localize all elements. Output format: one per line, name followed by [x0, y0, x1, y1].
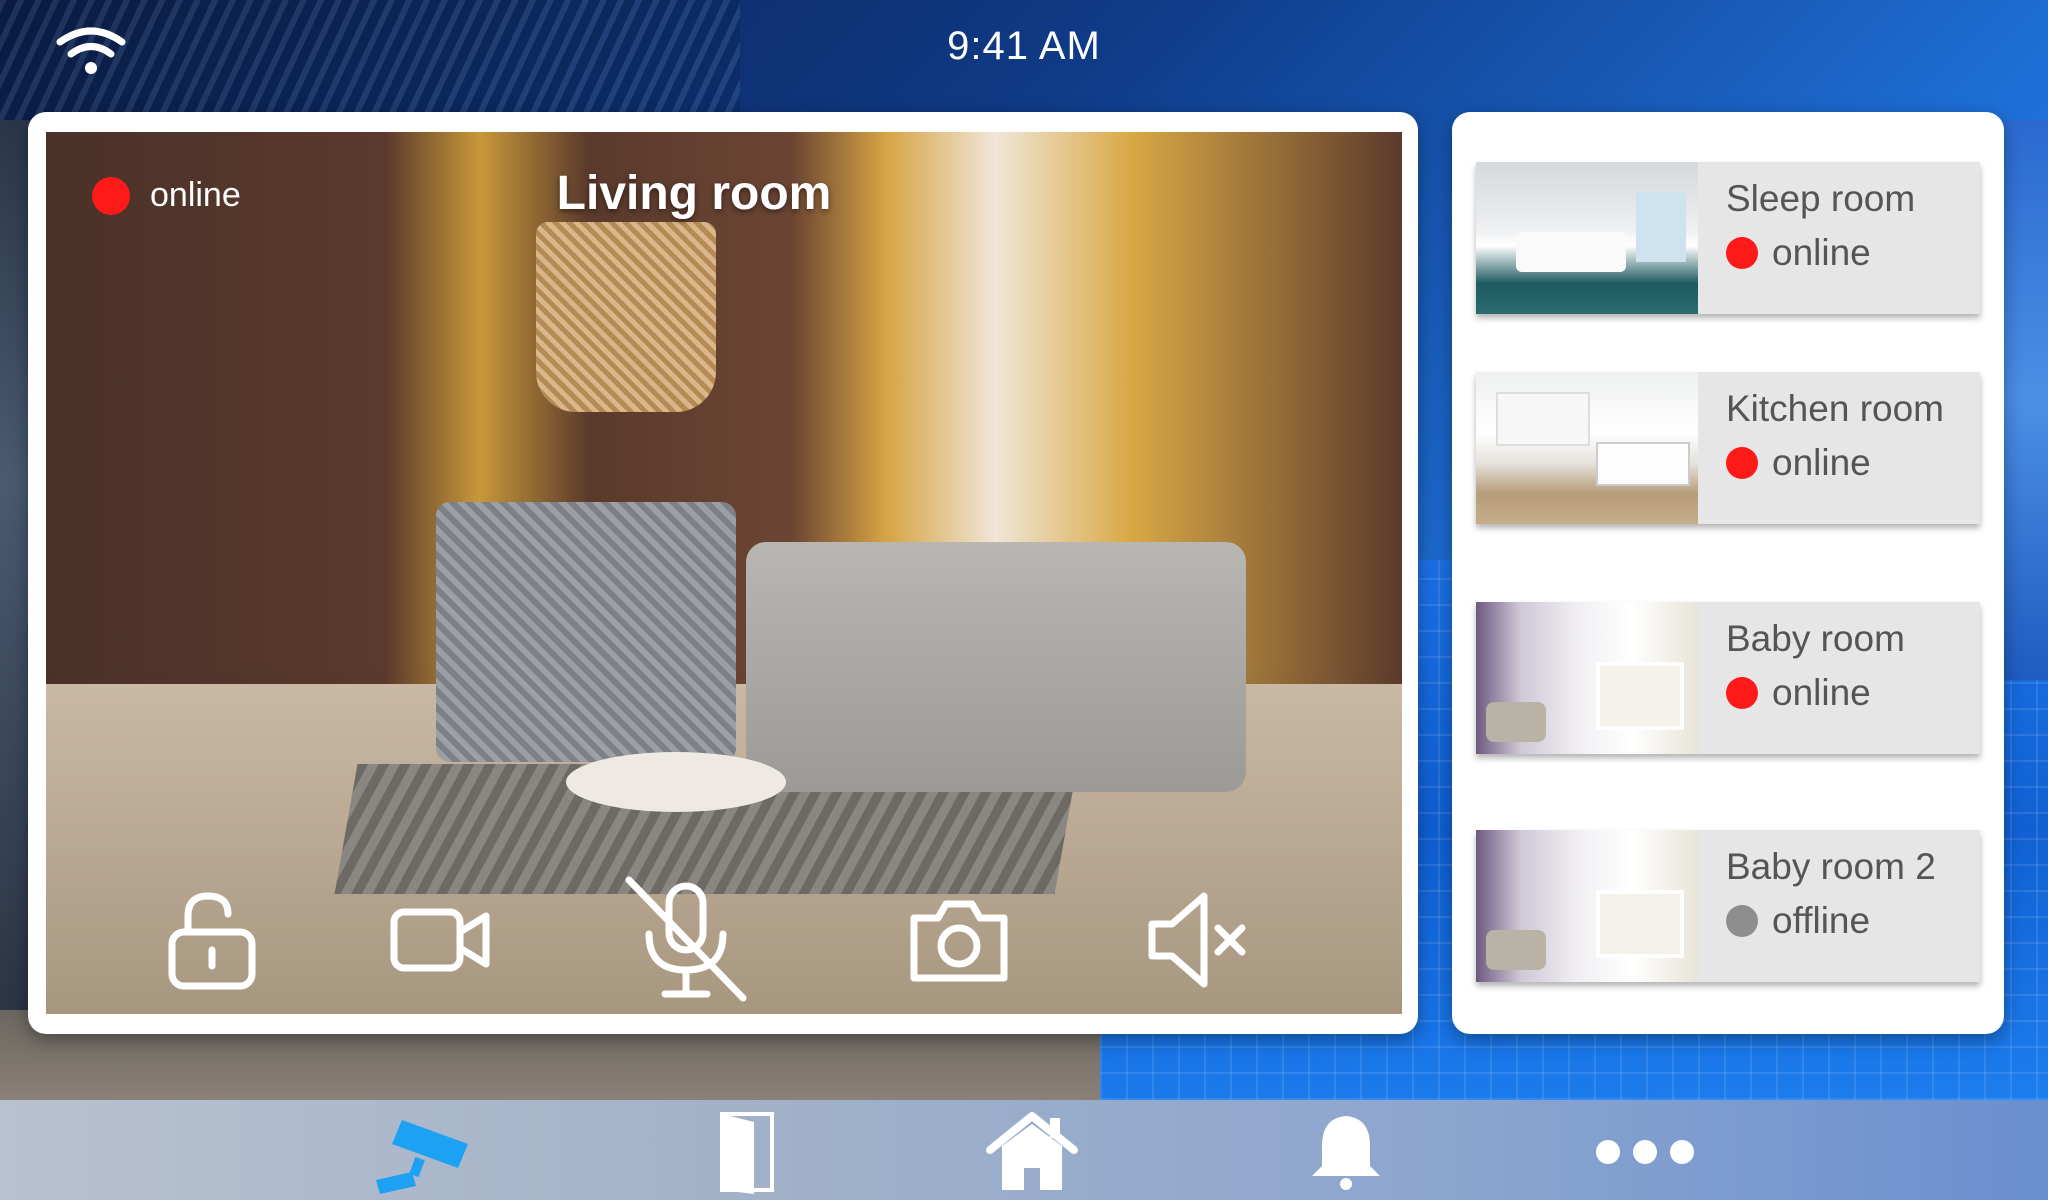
- room-status: online: [1726, 232, 1871, 274]
- room-card-baby[interactable]: Baby room online: [1476, 602, 1980, 754]
- status-dot: [1726, 905, 1758, 937]
- camera-snapshot-icon: [910, 900, 1008, 982]
- nav-home[interactable]: [982, 1110, 1082, 1194]
- speaker-mute-button[interactable]: [1144, 884, 1254, 994]
- microphone-mute-button[interactable]: [621, 874, 751, 1004]
- feed-table: [566, 752, 786, 812]
- camera-feed[interactable]: online Living room: [46, 132, 1402, 1014]
- clock: 9:41 AM: [947, 24, 1101, 68]
- security-camera-icon: [376, 1120, 468, 1194]
- room-status-text: online: [1772, 442, 1871, 483]
- status-dot: [1726, 237, 1758, 269]
- feed-sofa: [746, 542, 1246, 792]
- record-video-button[interactable]: [386, 884, 496, 994]
- snapshot-button[interactable]: [904, 884, 1014, 994]
- status-dot: [1726, 677, 1758, 709]
- main-camera-panel: online Living room: [28, 112, 1418, 1034]
- nav-more[interactable]: [1590, 1110, 1700, 1194]
- room-card-kitchen[interactable]: Kitchen room online: [1476, 372, 1980, 524]
- home-icon: [986, 1112, 1078, 1190]
- unlock-icon: [168, 892, 256, 990]
- room-name: Kitchen room: [1726, 388, 1944, 429]
- room-thumbnail: [1476, 830, 1698, 982]
- room-status-text: online: [1772, 672, 1871, 713]
- status-bar: 9:41 AM: [0, 0, 2048, 100]
- camera-list-panel: Sleep room online Kitchen room online Ba…: [1452, 112, 2004, 1034]
- status-dot: [1726, 447, 1758, 479]
- room-name: Baby room 2: [1726, 846, 1936, 887]
- room-status: online: [1726, 442, 1871, 484]
- room-status: online: [1726, 672, 1871, 714]
- background-wall: [0, 120, 30, 1020]
- microphone-muted-icon: [625, 876, 747, 1002]
- speaker-muted-icon: [1148, 892, 1246, 988]
- feed-lamp: [536, 222, 716, 412]
- bottom-nav: [0, 1100, 2048, 1200]
- room-name: Baby room: [1726, 618, 1905, 659]
- room-thumbnail: [1476, 602, 1698, 754]
- room-thumbnail: [1476, 372, 1698, 524]
- camera-controls: [46, 854, 1402, 1014]
- room-name: Sleep room: [1726, 178, 1916, 219]
- room-status: offline: [1726, 900, 1870, 942]
- feed-armchair: [436, 502, 736, 762]
- room-thumbnail: [1476, 162, 1698, 314]
- room-card-baby-2[interactable]: Baby room 2 offline: [1476, 830, 1980, 982]
- background-panel: [2000, 120, 2048, 680]
- nav-door[interactable]: [696, 1110, 796, 1194]
- camera-title: Living room: [556, 167, 832, 220]
- more-icon: [1596, 1140, 1694, 1164]
- room-status-text: online: [1772, 232, 1871, 273]
- video-camera-icon: [390, 908, 490, 972]
- room-card-sleep[interactable]: Sleep room online: [1476, 162, 1980, 314]
- bell-icon: [1312, 1116, 1380, 1190]
- door-icon: [720, 1112, 774, 1194]
- nav-alerts[interactable]: [1296, 1110, 1396, 1194]
- nav-cameras[interactable]: [372, 1110, 482, 1194]
- room-status-text: offline: [1772, 900, 1871, 941]
- unlock-button[interactable]: [158, 884, 268, 994]
